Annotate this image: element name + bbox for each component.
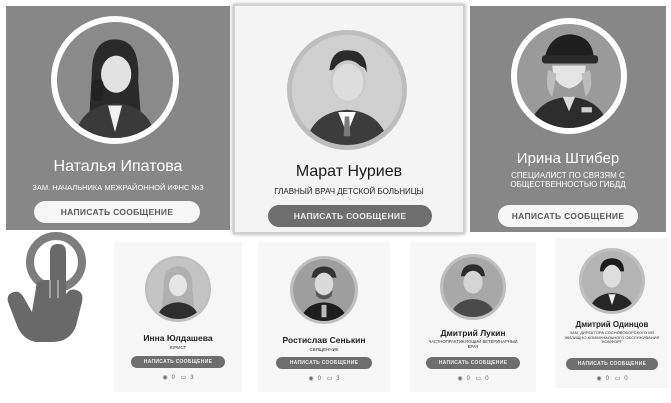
stats-row: ◉ 0 ▭ 3 [114,374,242,381]
comments-count: 0 [485,376,489,382]
comment-icon: ▭ [326,376,333,382]
person-role-line: СПЕЦИАЛИСТ ПО СВЯЗЯМ С [511,171,625,180]
write-message-button[interactable]: НАПИСАТЬ СООБЩЕНИЕ [34,201,200,223]
person-photo [148,259,208,319]
person-name: Ирина Штибер [516,150,620,167]
comments-count: 3 [190,375,194,381]
person-card-inna: Инна Юлдашева ЮРИСТ НАПИСАТЬ СООБЩЕНИЕ ◉… [114,242,242,392]
stats-row: ◉ 0 ▭ 0 [410,375,536,382]
comments-count: 0 [624,376,628,382]
person-name: Марат Нуриев [295,163,403,180]
avatar [145,256,211,322]
person-role: ГЛАВНЫЙ ВРАЧ ДЕТСКОЙ БОЛЬНИЦЫ [274,187,424,196]
comment-icon: ▭ [475,376,482,382]
write-message-button[interactable]: НАПИСАТЬ СООБЩЕНИЕ [276,357,372,369]
avatar [440,254,506,320]
featured-card-natalia: Наталья Ипатова ЗАМ. НАЧАЛЬНИКА МЕЖРАЙОН… [6,6,230,230]
write-message-button[interactable]: НАПИСАТЬ СООБЩЕНИЕ [566,358,658,370]
eye-icon: ◉ [457,376,463,382]
person-card-dmitry-lukin: Дмитрий Лукин ЧАСТНОПРАКТИКУЮЩИЙ ВЕТЕРИН… [410,242,536,392]
write-message-button[interactable]: НАПИСАТЬ СООБЩЕНИЕ [426,357,520,369]
person-name: Дмитрий Одинцов [575,320,649,329]
avatar [287,30,407,150]
write-message-button[interactable]: НАПИСАТЬ СООБЩЕНИЕ [268,205,432,227]
person-role: ЗАМ. НАЧАЛЬНИКА МЕЖРАЙОННОЙ ИФНС №3 [32,183,204,192]
eye-icon: ◉ [308,376,314,382]
views-count: 0 [466,376,470,382]
person-role: ЧАСТНОПРАКТИКУЮЩИЙ ВЕТЕРИНАРНЫЙ ВРАЧ [428,339,518,349]
hand-tap-icon [6,228,94,346]
avatar [579,248,645,314]
person-role: СВЯЩЕННИК [309,347,339,352]
person-card-dmitry-odintsov: Дмитрий Одинцов ЗАМ. ДИРЕКТОРА СОСНОВОБО… [555,238,669,388]
person-photo [517,24,621,128]
person-photo [57,22,173,138]
eye-icon: ◉ [596,376,602,382]
stats-row: ◉ 0 ▭ 0 [555,375,669,382]
person-role-line: ОБЩЕСТВЕННОСТЬЮ ГИБДД [510,180,626,190]
eye-icon: ◉ [162,375,168,381]
stats-row: ◉ 0 ▭ 3 [258,375,390,382]
person-role: СПЕЦИАЛИСТ ПО СВЯЗЯМ С ОБЩЕСТВЕННОСТЬЮ Г… [470,171,666,189]
person-name: Дмитрий Лукин [440,328,506,338]
person-photo [292,35,402,145]
person-role: ЗАМ. ДИРЕКТОРА СОСНОВОБОРСКОГО МП ЖИЛИЩН… [564,330,660,345]
person-role: ЮРИСТ [169,345,187,350]
person-name: Ростислав Сенькин [282,335,366,345]
person-card-rostislav: Ростислав Сенькин СВЯЩЕННИК НАПИСАТЬ СОО… [258,242,390,392]
person-name: Инна Юлдашева [143,333,213,343]
comment-icon: ▭ [614,376,621,382]
views-count: 0 [171,375,175,381]
views-count: 0 [317,376,321,382]
person-name: Наталья Ипатова [53,158,183,175]
featured-card-irina: Ирина Штибер СПЕЦИАЛИСТ ПО СВЯЗЯМ С ОБЩЕ… [470,6,666,232]
person-photo [443,257,503,317]
featured-card-marat: Марат Нуриев ГЛАВНЫЙ ВРАЧ ДЕТСКОЙ БОЛЬНИ… [233,4,465,234]
comment-icon: ▭ [180,375,187,381]
avatar [290,256,358,324]
avatar [51,16,179,144]
avatar [511,18,627,134]
person-photo [293,259,355,321]
write-message-button[interactable]: НАПИСАТЬ СООБЩЕНИЕ [131,356,225,368]
person-photo [582,251,642,311]
comments-count: 3 [336,376,340,382]
write-message-button[interactable]: НАПИСАТЬ СООБЩЕНИЕ [498,205,638,227]
views-count: 0 [605,376,609,382]
